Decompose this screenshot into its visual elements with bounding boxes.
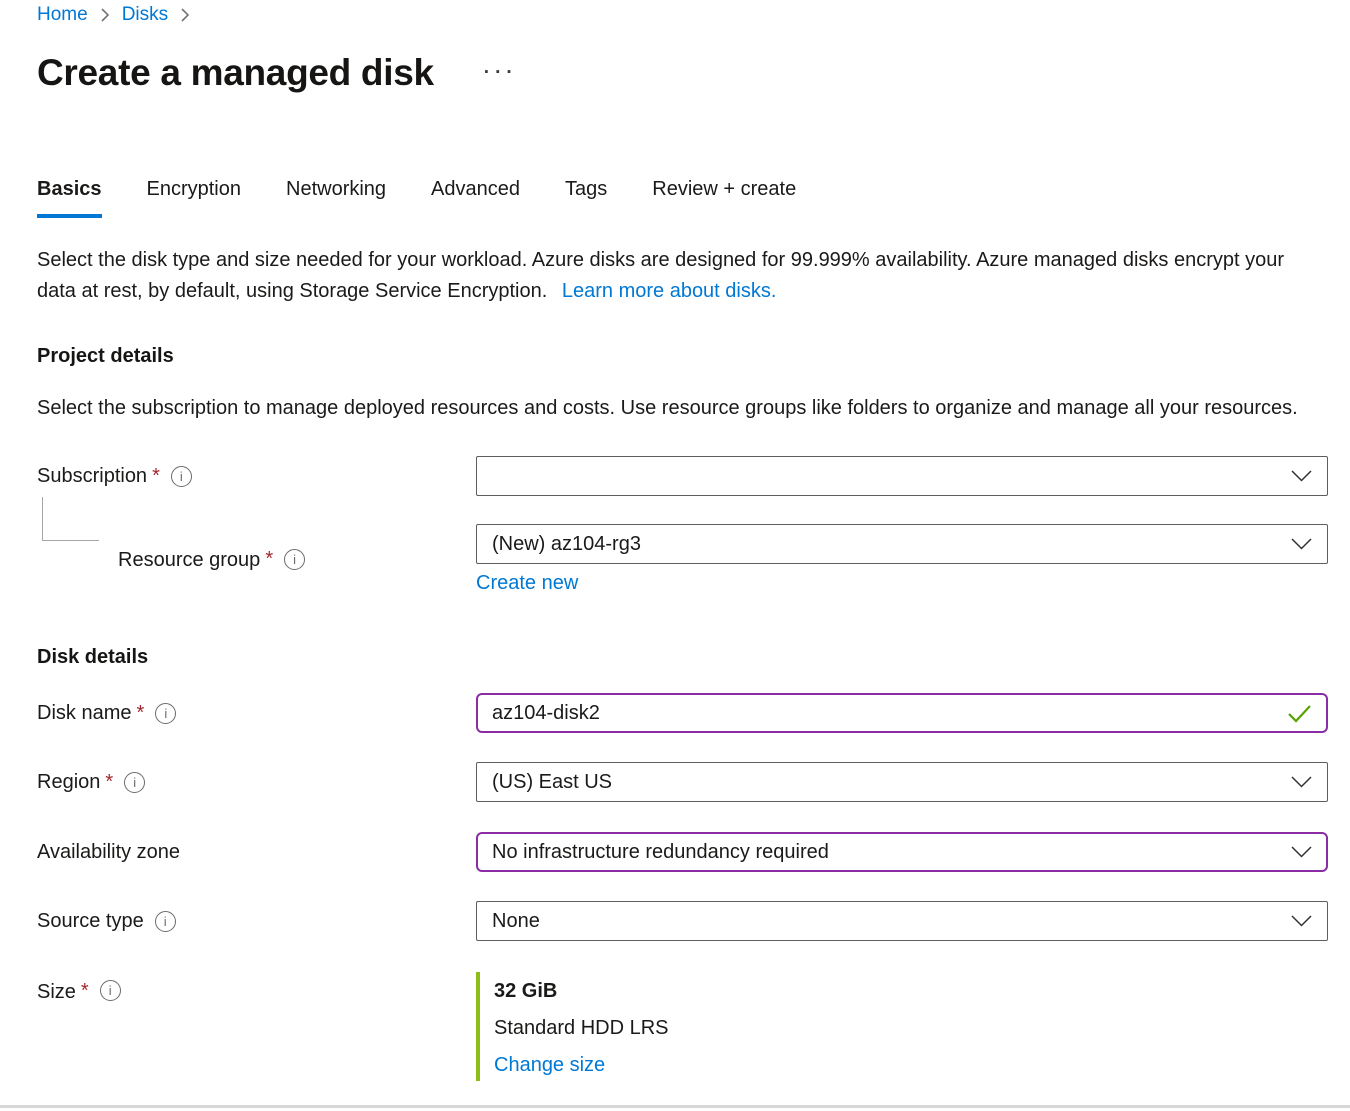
disk-name-control-col: az104-disk2: [476, 693, 1328, 733]
subscription-control-col: [476, 456, 1328, 496]
tab-tags[interactable]: Tags: [565, 176, 607, 218]
project-details-description: Select the subscription to manage deploy…: [37, 393, 1328, 424]
basics-form: Subscription * Resource group *: [37, 456, 1328, 1081]
region-value: (US) East US: [492, 771, 612, 794]
valid-check-icon: [1287, 704, 1312, 723]
size-label-col: Size *: [37, 972, 476, 1004]
chevron-down-icon: [1291, 915, 1312, 927]
resource-group-control-col: (New) az104-rg3 Create new: [476, 524, 1328, 595]
resource-group-label-col: Resource group *: [37, 540, 476, 580]
info-icon[interactable]: [284, 549, 305, 570]
more-options-button[interactable]: ···: [484, 63, 518, 83]
availability-zone-row: Availability zone No infrastructure redu…: [37, 832, 1328, 872]
indent-connector-line: [42, 497, 99, 541]
resource-group-row: Resource group * (New) az104-rg3 Create …: [37, 524, 1328, 595]
breadcrumb-chevron-icon: [180, 7, 190, 23]
chevron-down-icon: [1291, 470, 1312, 482]
source-type-row: Source type None: [37, 901, 1328, 941]
region-label: Region: [37, 770, 100, 794]
info-icon[interactable]: [155, 703, 176, 724]
breadcrumb-home-link[interactable]: Home: [37, 2, 88, 28]
info-icon[interactable]: [155, 911, 176, 932]
disk-details-heading: Disk details: [37, 644, 1328, 671]
chevron-down-icon: [1291, 538, 1312, 550]
source-type-control-col: None: [476, 901, 1328, 941]
create-new-link[interactable]: Create new: [476, 572, 578, 594]
resource-group-value: (New) az104-rg3: [492, 533, 641, 556]
availability-zone-dropdown[interactable]: No infrastructure redundancy required: [476, 832, 1328, 872]
region-dropdown[interactable]: (US) East US: [476, 762, 1328, 802]
info-icon[interactable]: [171, 466, 192, 487]
page-title: Create a managed disk: [37, 50, 434, 96]
resource-group-label: Resource group: [118, 548, 260, 572]
chevron-down-icon: [1291, 846, 1312, 858]
size-row: Size * 32 GiB Standard HDD LRS Change si…: [37, 972, 1328, 1081]
availability-zone-control-col: No infrastructure redundancy required: [476, 832, 1328, 872]
required-asterisk: *: [136, 702, 144, 725]
availability-zone-label-col: Availability zone: [37, 832, 476, 872]
subscription-label-col: Subscription *: [37, 456, 476, 496]
breadcrumb: Home Disks: [37, 2, 1328, 28]
disk-name-row: Disk name * az104-disk2: [37, 693, 1328, 733]
subscription-label: Subscription: [37, 464, 147, 488]
project-details-heading: Project details: [37, 343, 1328, 370]
availability-zone-value: No infrastructure redundancy required: [492, 841, 829, 864]
size-sku: Standard HDD LRS: [494, 1016, 1328, 1040]
required-asterisk: *: [81, 980, 89, 1003]
subscription-row: Subscription *: [37, 456, 1328, 496]
size-value: 32 GiB: [494, 979, 1328, 1003]
create-managed-disk-page: Home Disks Create a managed disk ··· Bas…: [0, 0, 1350, 1081]
region-control-col: (US) East US: [476, 762, 1328, 802]
info-icon[interactable]: [100, 980, 121, 1001]
tab-encryption[interactable]: Encryption: [147, 176, 242, 218]
tab-bar: Basics Encryption Networking Advanced Ta…: [37, 176, 1328, 218]
title-row: Create a managed disk ···: [37, 50, 1328, 96]
disk-name-label: Disk name: [37, 701, 131, 725]
availability-zone-label: Availability zone: [37, 840, 180, 864]
region-label-col: Region *: [37, 762, 476, 802]
size-control-col: 32 GiB Standard HDD LRS Change size: [476, 972, 1328, 1081]
tab-basics[interactable]: Basics: [37, 176, 102, 218]
disk-name-value: az104-disk2: [492, 702, 600, 725]
intro-text: Select the disk type and size needed for…: [37, 245, 1328, 307]
size-card: 32 GiB Standard HDD LRS Change size: [476, 972, 1328, 1081]
disk-name-label-col: Disk name *: [37, 693, 476, 733]
size-label: Size: [37, 980, 76, 1004]
tab-advanced[interactable]: Advanced: [431, 176, 520, 218]
info-icon[interactable]: [124, 772, 145, 793]
source-type-label-col: Source type: [37, 901, 476, 941]
tab-networking[interactable]: Networking: [286, 176, 386, 218]
required-asterisk: *: [152, 465, 160, 488]
breadcrumb-chevron-icon: [100, 7, 110, 23]
disk-name-input[interactable]: az104-disk2: [476, 693, 1328, 733]
bottom-divider: [0, 1105, 1350, 1108]
change-size-link[interactable]: Change size: [494, 1054, 605, 1076]
region-row: Region * (US) East US: [37, 762, 1328, 802]
subscription-dropdown[interactable]: [476, 456, 1328, 496]
source-type-label: Source type: [37, 909, 144, 933]
tab-review-create[interactable]: Review + create: [652, 176, 796, 218]
chevron-down-icon: [1291, 776, 1312, 788]
source-type-dropdown[interactable]: None: [476, 901, 1328, 941]
required-asterisk: *: [105, 771, 113, 794]
required-asterisk: *: [265, 548, 273, 571]
learn-more-link[interactable]: Learn more about disks.: [562, 280, 777, 302]
source-type-value: None: [492, 910, 540, 933]
breadcrumb-disks-link[interactable]: Disks: [122, 2, 168, 28]
resource-group-dropdown[interactable]: (New) az104-rg3: [476, 524, 1328, 564]
